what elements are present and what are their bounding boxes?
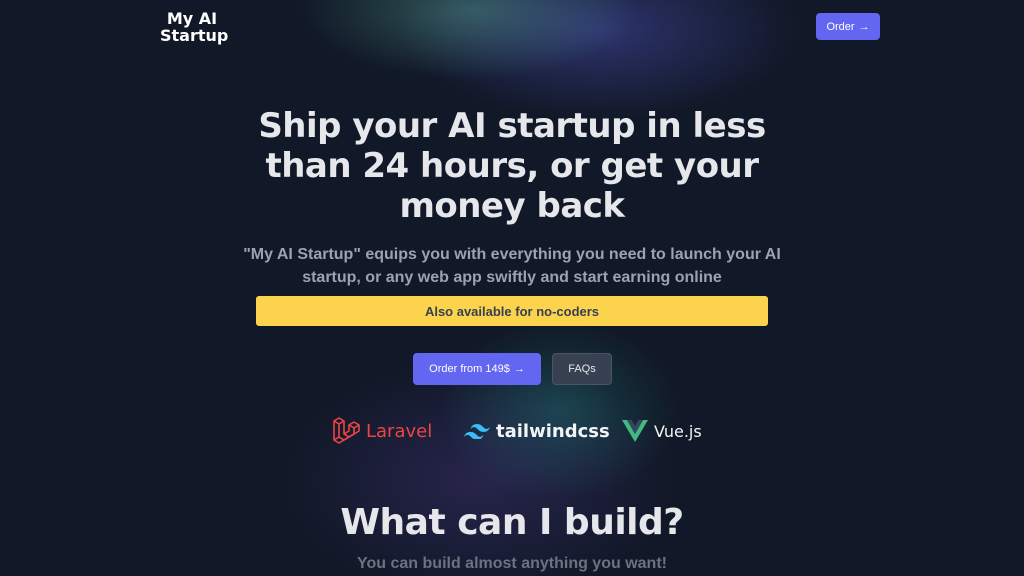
tech-vue: Vue.js — [622, 414, 702, 448]
order-from-label: Order from 149$ — [429, 363, 510, 375]
faqs-label: FAQs — [568, 363, 596, 375]
tailwind-icon — [464, 424, 490, 439]
tech-laravel: Laravel — [332, 414, 432, 448]
tech-name-laravel: Laravel — [366, 420, 433, 442]
hero-title: Ship your AI startup in less than 24 hou… — [258, 106, 766, 226]
no-coders-banner: Also available for no-coders — [256, 296, 768, 326]
arrow-right-icon: → — [513, 363, 525, 375]
brand-line-1: My AI — [166, 9, 218, 28]
banner-label: Also available for no-coders — [424, 303, 600, 319]
arrow-right-icon: → — [858, 20, 870, 33]
nav-order-label: Order — [826, 20, 855, 33]
tech-name-vue: Vue.js — [654, 421, 702, 441]
vue-icon — [622, 420, 648, 442]
faqs-button[interactable]: FAQs — [552, 353, 612, 385]
laravel-icon — [333, 417, 360, 444]
order-from-button[interactable]: Order from 149$ → — [413, 353, 541, 385]
brand-line-2: Startup — [160, 26, 229, 45]
brand-logo[interactable]: My AI Startup — [160, 9, 229, 45]
tech-name-tailwind: tailwindcss — [496, 420, 610, 442]
section-subtitle: You can build almost anything you want! — [357, 555, 667, 572]
nav-order-button[interactable]: Order → — [816, 13, 880, 40]
section-title: What can I build? — [340, 502, 684, 543]
hero-subtitle: "My AI Startup" equips you with everythi… — [243, 246, 781, 286]
page: My AI Startup Order → Ship your AI start… — [0, 0, 1024, 576]
tech-tailwind: tailwindcss — [464, 414, 610, 448]
